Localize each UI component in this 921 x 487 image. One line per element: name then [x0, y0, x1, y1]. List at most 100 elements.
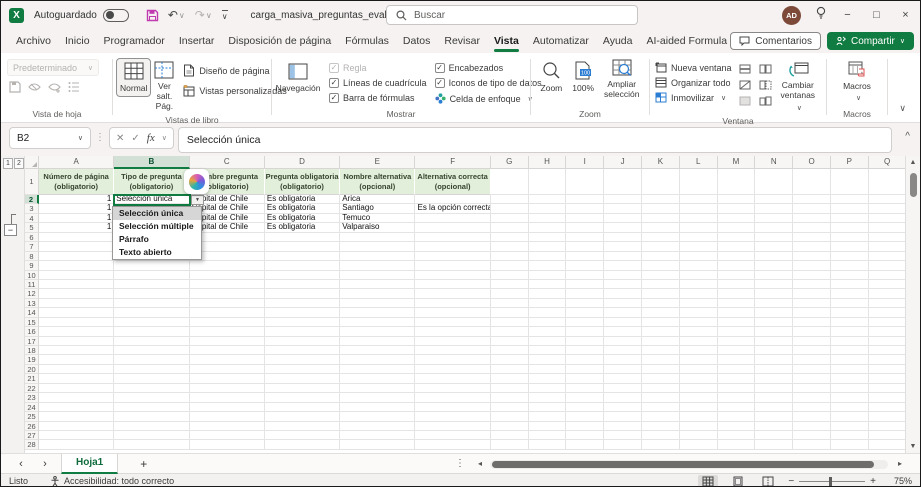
accessibility-status[interactable]: Accesibilidad: todo correcto [50, 476, 174, 487]
comments-button[interactable]: Comentarios [730, 32, 821, 50]
cell-P8[interactable] [831, 252, 869, 261]
outline-collapse-button[interactable]: − [4, 224, 17, 236]
select-all-corner[interactable] [25, 156, 39, 169]
cell-E5[interactable]: Valparaiso [340, 223, 415, 232]
cell-O28[interactable] [793, 440, 831, 449]
cell-E12[interactable] [340, 289, 415, 298]
cell-M7[interactable] [718, 242, 756, 251]
cell-J16[interactable] [604, 327, 642, 336]
cell-F25[interactable] [415, 412, 490, 421]
cell-A26[interactable] [39, 422, 114, 431]
cell-A17[interactable] [39, 337, 114, 346]
cell-P1[interactable] [831, 169, 869, 195]
cell-P23[interactable] [831, 393, 869, 402]
cell-Q7[interactable] [869, 242, 907, 251]
cell-L5[interactable] [680, 223, 718, 232]
cell-M9[interactable] [718, 261, 756, 270]
column-header-C[interactable]: C [190, 156, 265, 169]
cell-M27[interactable] [718, 431, 756, 440]
cell-A7[interactable] [39, 242, 114, 251]
cell-O25[interactable] [793, 412, 831, 421]
cell-Q13[interactable] [869, 299, 907, 308]
cell-C9[interactable] [190, 261, 265, 270]
sheet-view-dropdown[interactable]: Predeterminado∨ [7, 59, 99, 76]
cell-H17[interactable] [529, 337, 567, 346]
row-header-7[interactable]: 7 [25, 242, 39, 251]
cell-H18[interactable] [529, 346, 567, 355]
fx-chevron-icon[interactable]: ∨ [162, 134, 167, 142]
name-box-resizer[interactable]: ⋮ [95, 132, 105, 143]
cell-M8[interactable] [718, 252, 756, 261]
keep-sheet-view-icon[interactable] [9, 81, 21, 93]
cell-K1[interactable] [642, 169, 680, 195]
cell-N12[interactable] [755, 289, 793, 298]
cell-E13[interactable] [340, 299, 415, 308]
cell-Q21[interactable] [869, 374, 907, 383]
cell-C21[interactable] [190, 374, 265, 383]
new-window-button[interactable]: Nueva ventana [655, 62, 732, 73]
cell-J6[interactable] [604, 233, 642, 242]
cell-M19[interactable] [718, 355, 756, 364]
row-header-23[interactable]: 23 [25, 393, 39, 402]
cell-N14[interactable] [755, 308, 793, 317]
cell-A23[interactable] [39, 393, 114, 402]
add-sheet-button[interactable]: + [140, 457, 147, 471]
row-header-8[interactable]: 8 [25, 252, 39, 261]
cell-L7[interactable] [680, 242, 718, 251]
column-header-E[interactable]: E [340, 156, 415, 169]
zoom-100-button[interactable]: 100 100% [569, 58, 597, 96]
undo-button[interactable]: ↶∨ [168, 8, 185, 22]
cell-G9[interactable] [491, 261, 529, 270]
cell-A20[interactable] [39, 365, 114, 374]
dropdown-option-selecci-n-nica[interactable]: Selección única [113, 207, 201, 220]
cell-Q5[interactable] [869, 223, 907, 232]
cell-P22[interactable] [831, 384, 869, 393]
cell-P17[interactable] [831, 337, 869, 346]
cell-G8[interactable] [491, 252, 529, 261]
cell-M10[interactable] [718, 271, 756, 280]
cell-O26[interactable] [793, 422, 831, 431]
cell-A28[interactable] [39, 440, 114, 449]
cell-C22[interactable] [190, 384, 265, 393]
cell-B16[interactable] [114, 327, 189, 336]
row-header-3[interactable]: 3 [25, 204, 39, 213]
cell-G20[interactable] [491, 365, 529, 374]
cell-A5[interactable]: 1 [39, 223, 114, 232]
row-header-6[interactable]: 6 [25, 233, 39, 242]
cell-L26[interactable] [680, 422, 718, 431]
cell-E17[interactable] [340, 337, 415, 346]
cell-P16[interactable] [831, 327, 869, 336]
cell-G16[interactable] [491, 327, 529, 336]
checkbox-regla[interactable]: ✓Regla [329, 63, 427, 73]
cell-M11[interactable] [718, 280, 756, 289]
cell-J26[interactable] [604, 422, 642, 431]
cell-K8[interactable] [642, 252, 680, 261]
new-sheet-view-icon[interactable] [48, 81, 61, 93]
cell-C20[interactable] [190, 365, 265, 374]
cell-I1[interactable] [566, 169, 604, 195]
cell-J12[interactable] [604, 289, 642, 298]
cell-F17[interactable] [415, 337, 490, 346]
cell-N6[interactable] [755, 233, 793, 242]
column-header-K[interactable]: K [642, 156, 680, 169]
cell-B28[interactable] [114, 440, 189, 449]
cell-N25[interactable] [755, 412, 793, 421]
cell-O27[interactable] [793, 431, 831, 440]
cell-G5[interactable] [491, 223, 529, 232]
cell-F19[interactable] [415, 355, 490, 364]
cell-J15[interactable] [604, 318, 642, 327]
cell-F5[interactable] [415, 223, 490, 232]
cell-F24[interactable] [415, 403, 490, 412]
cell-I16[interactable] [566, 327, 604, 336]
cell-I2[interactable] [566, 195, 604, 204]
cell-L3[interactable] [680, 204, 718, 213]
cell-L14[interactable] [680, 308, 718, 317]
ribbon-tab-disposici-n-de-p-gina[interactable]: Disposición de página [221, 29, 338, 53]
cell-H1[interactable] [529, 169, 567, 195]
cell-C28[interactable] [190, 440, 265, 449]
cell-E23[interactable] [340, 393, 415, 402]
cell-D7[interactable] [265, 242, 340, 251]
cell-D16[interactable] [265, 327, 340, 336]
cell-H7[interactable] [529, 242, 567, 251]
ribbon-tab-revisar[interactable]: Revisar [437, 29, 487, 53]
